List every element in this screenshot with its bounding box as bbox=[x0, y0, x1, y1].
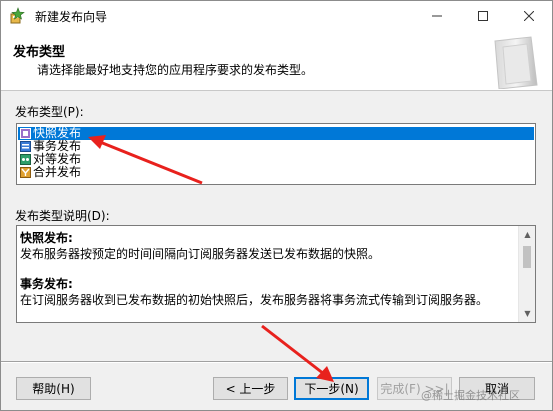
description-box[interactable]: 快照发布: 发布服务器按预定的时间间隔向订阅服务器发送已发布数据的快照。 事务发… bbox=[16, 225, 536, 323]
snapshot-publication-icon bbox=[20, 128, 31, 139]
description-text: 发布服务器按预定的时间间隔向订阅服务器发送已发布数据的快照。 bbox=[20, 247, 381, 261]
description-heading: 快照发布: bbox=[20, 231, 73, 245]
title-bar: 新建发布向导 bbox=[1, 1, 552, 31]
maximize-button[interactable] bbox=[460, 1, 506, 31]
close-button[interactable] bbox=[506, 1, 552, 31]
button-separator bbox=[1, 361, 552, 363]
transaction-publication-icon bbox=[20, 141, 31, 152]
description-heading: 事务发布: bbox=[20, 277, 73, 291]
page-subtitle: 请选择能最好地支持您的应用程序要求的发布类型。 bbox=[37, 63, 314, 77]
wizard-app-icon bbox=[10, 7, 25, 24]
merge-publication-icon bbox=[20, 167, 31, 178]
wizard-header: 发布类型 请选择能最好地支持您的应用程序要求的发布类型。 bbox=[1, 31, 552, 91]
list-item[interactable]: 合并发布 bbox=[18, 166, 534, 179]
page-title: 发布类型 bbox=[13, 45, 66, 60]
description-content: 快照发布: 发布服务器按预定的时间间隔向订阅服务器发送已发布数据的快照。 事务发… bbox=[20, 230, 515, 308]
wizard-window: 新建发布向导 发布类型 请选择能最好地支持您的应用程序要求的发布类型。 发布类型… bbox=[0, 0, 553, 411]
publication-type-list[interactable]: 快照发布 事务发布 对等发布 合并发布 bbox=[16, 123, 536, 185]
help-button[interactable]: 帮助(H) bbox=[16, 377, 91, 400]
minimize-button[interactable] bbox=[414, 1, 460, 31]
peer-to-peer-publication-icon bbox=[20, 154, 31, 165]
minimize-icon bbox=[432, 15, 442, 17]
window-title: 新建发布向导 bbox=[35, 10, 108, 24]
description-text: 在订阅服务器收到已发布数据的初始快照后，发布服务器将事务流式传输到订阅服务器。 bbox=[20, 293, 489, 307]
maximize-icon bbox=[478, 11, 488, 21]
close-icon bbox=[524, 11, 534, 21]
description-scrollbar[interactable]: ▲ ▼ bbox=[518, 226, 535, 322]
list-item-label: 合并发布 bbox=[33, 165, 82, 179]
server-graphic-icon bbox=[494, 36, 538, 89]
next-button[interactable]: 下一步(N) bbox=[294, 377, 369, 400]
scroll-up-icon[interactable]: ▲ bbox=[519, 226, 535, 243]
scroll-down-icon[interactable]: ▼ bbox=[519, 305, 535, 322]
list-item[interactable]: 快照发布 bbox=[18, 127, 534, 140]
scroll-thumb[interactable] bbox=[523, 246, 531, 268]
watermark-text: @稀土掘金技术社区 bbox=[421, 389, 520, 402]
description-label: 发布类型说明(D): bbox=[15, 209, 110, 223]
publication-type-label: 发布类型(P): bbox=[15, 105, 84, 119]
list-item[interactable]: 对等发布 bbox=[18, 153, 534, 166]
back-button[interactable]: < 上一步 bbox=[213, 377, 288, 400]
list-item[interactable]: 事务发布 bbox=[18, 140, 534, 153]
